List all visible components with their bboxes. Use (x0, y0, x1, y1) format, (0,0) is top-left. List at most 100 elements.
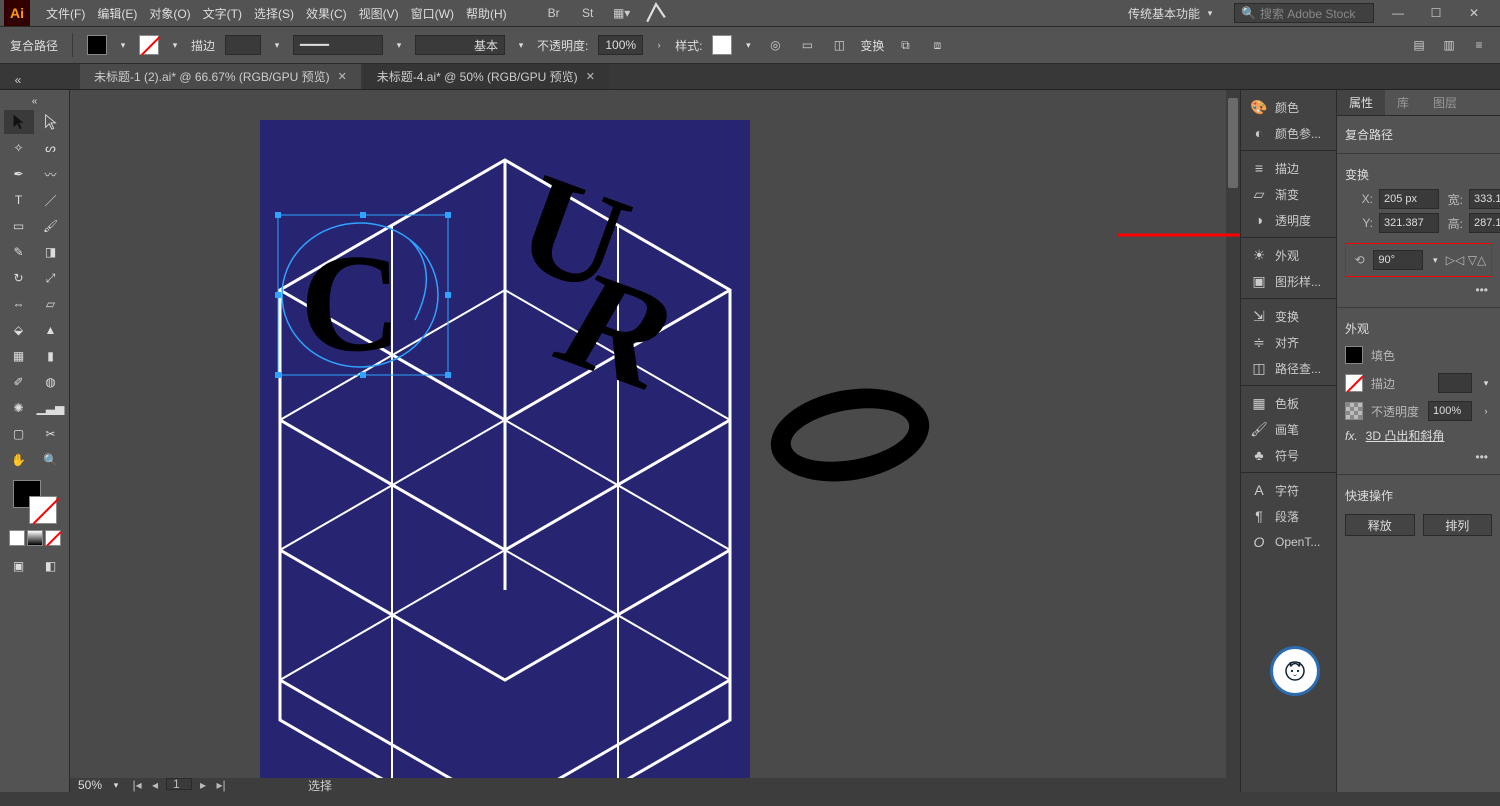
shape-builder-tool[interactable]: ⬙ (4, 318, 34, 342)
window-restore[interactable]: ☐ (1422, 4, 1450, 22)
artboard-nav-field[interactable]: 1 (166, 778, 192, 790)
release-button[interactable]: 释放 (1345, 514, 1415, 536)
dock-item-pathfinder[interactable]: ◫路径查... (1241, 355, 1336, 381)
stroke-weight-small[interactable] (1438, 373, 1472, 393)
brush-def[interactable]: 基本 (415, 35, 505, 55)
more-options-icon[interactable]: ••• (1471, 281, 1492, 299)
stroke-weight-field[interactable] (225, 35, 261, 55)
next-artboard-icon[interactable]: ▸ (196, 778, 210, 792)
dock-item-opentype[interactable]: OOpenT... (1241, 529, 1336, 555)
dock-item-swatches[interactable]: ▦色板 (1241, 390, 1336, 416)
recolor-icon[interactable]: ◎ (764, 34, 786, 56)
chevron-down-icon[interactable]: ▾ (515, 39, 527, 51)
dock-item-transform[interactable]: ⇲变换 (1241, 303, 1336, 329)
curvature-tool[interactable]: 〰 (36, 162, 66, 186)
direct-selection-tool[interactable] (36, 110, 66, 134)
rotate-tool[interactable]: ↻ (4, 266, 34, 290)
fill-swatch[interactable] (87, 35, 107, 55)
height-field[interactable]: 287.183 (1469, 213, 1500, 233)
free-transform-tool[interactable]: ▱ (36, 292, 66, 316)
fx-name[interactable]: 3D 凸出和斜角 (1366, 427, 1445, 444)
blend-tool[interactable]: ◍ (36, 370, 66, 394)
rectangle-tool[interactable]: ▭ (4, 214, 34, 238)
perspective-tool[interactable]: ▲ (36, 318, 66, 342)
opacity-field[interactable]: 100% (598, 35, 643, 55)
arrange-button[interactable]: 排列 (1423, 514, 1493, 536)
opacity-label[interactable]: 不透明度: (537, 37, 588, 54)
chevron-down-icon[interactable]: ▾ (169, 39, 181, 51)
column-graph-tool[interactable]: ▁▃▅ (36, 396, 66, 420)
slice-tool[interactable]: ✂ (36, 422, 66, 446)
selection-tool[interactable] (4, 110, 34, 134)
chevron-down-icon[interactable]: ▾ (1480, 377, 1492, 389)
reference-point[interactable] (1345, 189, 1347, 211)
shape-icon[interactable]: ◫ (828, 34, 850, 56)
workspace-dropdown[interactable]: 传统基本功能▾ (1120, 3, 1224, 24)
fill-stroke-control[interactable] (11, 478, 59, 526)
prev-artboard-icon[interactable]: ◂ (148, 778, 162, 792)
line-tool[interactable]: ／ (36, 188, 66, 212)
dock-item-gradient[interactable]: ▱渐变 (1241, 181, 1336, 207)
stroke-swatch-small[interactable] (1345, 374, 1363, 392)
transform-label[interactable]: 变换 (860, 37, 884, 54)
document-tab[interactable]: 未标题-1 (2).ai* @ 66.67% (RGB/GPU 预览) ✕ (80, 64, 361, 89)
panel-tab-layers[interactable]: 图层 (1421, 90, 1469, 115)
fill-swatch-small[interactable] (1345, 346, 1363, 364)
y-field[interactable]: 321.387 (1379, 213, 1439, 233)
document-tab[interactable]: 未标题-4.ai* @ 50% (RGB/GPU 预览) ✕ (363, 64, 609, 89)
canvas[interactable]: U R C (70, 90, 1240, 792)
paintbrush-tool[interactable]: 🖌 (36, 214, 66, 238)
flip-horizontal-icon[interactable]: ▷◁ (1447, 252, 1463, 268)
dock-item-transparency[interactable]: ◑透明度 (1241, 207, 1336, 233)
dock-item-colorguide[interactable]: ◐颜色参... (1241, 120, 1336, 146)
symbol-sprayer-tool[interactable]: ✺ (4, 396, 34, 420)
close-tab-icon[interactable]: ✕ (338, 70, 347, 83)
lasso-tool[interactable]: ᔕ (36, 136, 66, 160)
scale-tool[interactable]: ⤢ (36, 266, 66, 290)
eraser-tool[interactable]: ◨ (36, 240, 66, 264)
more-options-icon[interactable]: ••• (1471, 448, 1492, 466)
mesh-tool[interactable]: ▦ (4, 344, 34, 368)
opacity-field-small[interactable]: 100% (1428, 401, 1472, 421)
last-artboard-icon[interactable]: ▸| (214, 778, 228, 792)
menu-effect[interactable]: 效果(C) (300, 5, 353, 22)
first-artboard-icon[interactable]: |◂ (130, 778, 144, 792)
style-swatch[interactable] (712, 35, 732, 55)
stroke-label[interactable]: 描边 (191, 37, 215, 54)
ctrl-opt1-icon[interactable]: ▤ (1408, 34, 1430, 56)
color-mode[interactable] (9, 530, 25, 546)
window-close[interactable]: ✕ (1460, 4, 1488, 22)
ctrl-menu-icon[interactable]: ≡ (1468, 34, 1490, 56)
search-adobe-stock[interactable]: 🔍 搜索 Adobe Stock (1234, 3, 1374, 23)
dock-item-stroke[interactable]: ≡描边 (1241, 155, 1336, 181)
x-field[interactable]: 205 px (1379, 189, 1439, 209)
flip-vertical-icon[interactable]: ▽△ (1469, 252, 1485, 268)
gradient-mode[interactable] (27, 530, 43, 546)
screen-mode[interactable]: ▣ (4, 554, 34, 578)
shaper-tool[interactable]: ✎ (4, 240, 34, 264)
hand-tool[interactable]: ✋ (4, 448, 34, 472)
gpu-icon[interactable] (645, 2, 667, 24)
type-tool[interactable]: T (4, 188, 34, 212)
zoom-tool[interactable]: 🔍 (36, 448, 66, 472)
isolate-icon[interactable]: ⧉ (894, 34, 916, 56)
none-mode[interactable] (45, 530, 61, 546)
draw-mode[interactable]: ◧ (36, 554, 66, 578)
width-tool[interactable]: ⇔ (4, 292, 34, 316)
eyedropper-tool[interactable]: ✐ (4, 370, 34, 394)
stock-icon[interactable]: St (577, 2, 599, 24)
chevron-down-icon[interactable]: ▾ (1429, 254, 1441, 266)
chevron-down-icon[interactable]: ▾ (393, 39, 405, 51)
dock-item-paragraph[interactable]: ¶段落 (1241, 503, 1336, 529)
gradient-tool[interactable]: ▮ (36, 344, 66, 368)
menu-help[interactable]: 帮助(H) (460, 5, 513, 22)
menu-object[interactable]: 对象(O) (143, 5, 196, 22)
pen-tool[interactable]: ✒ (4, 162, 34, 186)
bridge-icon[interactable]: Br (543, 2, 565, 24)
menu-window[interactable]: 窗口(W) (405, 5, 460, 22)
dock-item-brushes[interactable]: 🖌画笔 (1241, 416, 1336, 442)
zoom-level[interactable]: 50% (70, 778, 110, 792)
opacity-arrow[interactable]: › (653, 39, 665, 51)
opacity-arrow[interactable]: › (1480, 405, 1492, 417)
panel-tab-properties[interactable]: 属性 (1337, 90, 1385, 115)
